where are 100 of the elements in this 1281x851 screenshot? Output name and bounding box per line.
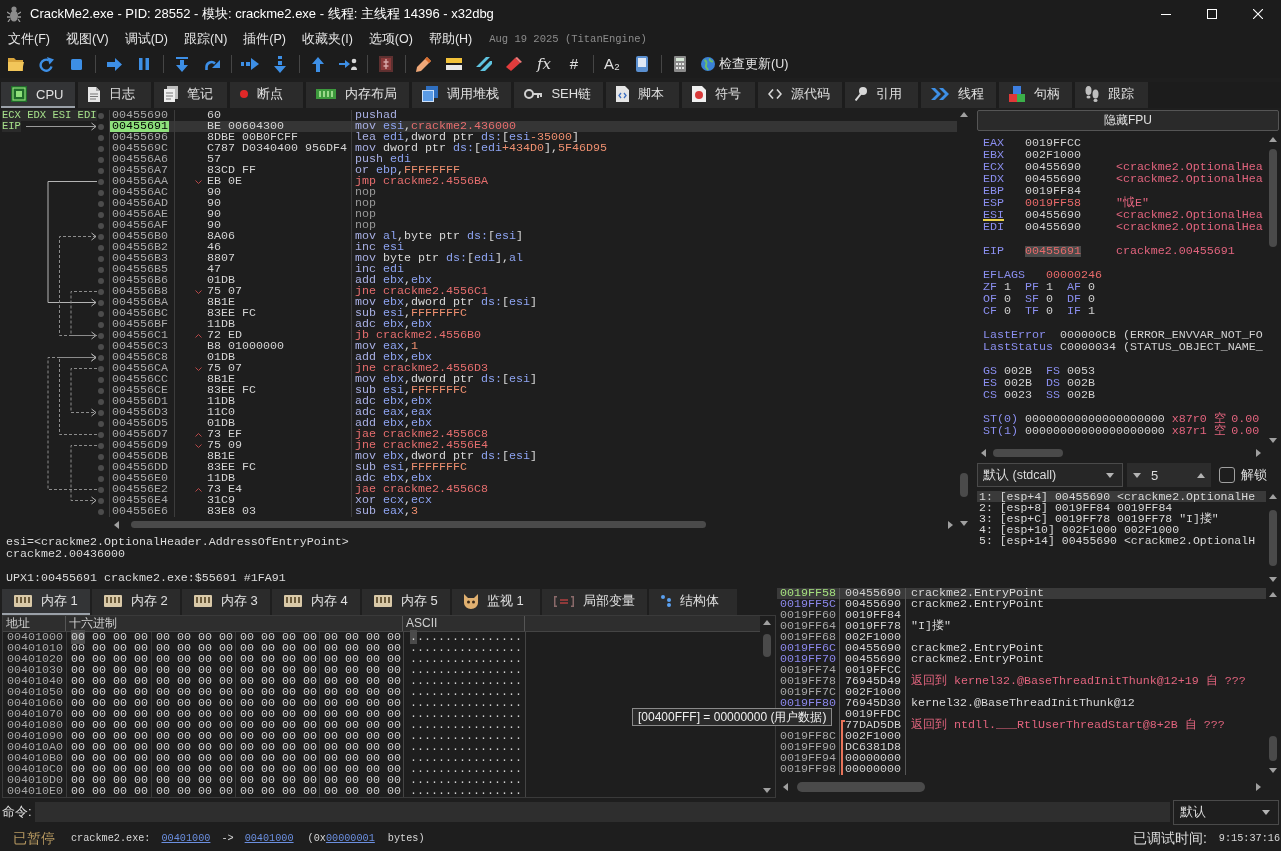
dot-icon[interactable] — [98, 420, 104, 427]
tab[interactable]: 句柄 — [999, 82, 1073, 108]
disassembly-row[interactable]: 0045569C C787 D0340400 956DF4 mov dword ptr ds:[edi+434D0],5F46D95 — [110, 143, 957, 154]
disassembly-row[interactable]: 004556BF 11DB adc ebx,ebx — [110, 319, 957, 330]
dot-icon[interactable] — [98, 332, 104, 339]
tab[interactable]: 断点 — [230, 82, 304, 108]
scrollbar-thumb[interactable] — [992, 449, 1064, 457]
tab[interactable]: 监视 1 — [452, 589, 540, 615]
stack-row[interactable]: 00455690 crackme2.EntryPoint — [840, 588, 1266, 599]
dot-icon[interactable] — [98, 442, 104, 449]
arrow-down-icon[interactable] — [1269, 577, 1277, 582]
stack-row[interactable]: 76945D30 kernel32.@BaseThreadInitThunk@12 — [840, 698, 1266, 709]
size-link[interactable]: 00000001 — [325, 833, 375, 844]
arrow-up-icon[interactable] — [1269, 592, 1277, 597]
disassembly-row[interactable]: 004556D7 73 EF jae crackme2.4556C8 — [110, 429, 957, 440]
dot-icon[interactable] — [98, 156, 104, 163]
tab[interactable]: 内存 1 — [2, 589, 90, 615]
tab[interactable]: 内存 5 — [362, 589, 450, 615]
disassembly-row[interactable]: 004556CA 75 07 jne crackme2.4556D3 — [110, 363, 957, 374]
disassembly-row[interactable]: 004556AC 90 nop — [110, 187, 957, 198]
disassembly-row[interactable]: 004556B5 47 inc edi — [110, 264, 957, 275]
stack-row[interactable]: DC6381D8 — [840, 742, 1266, 753]
arrow-up-icon[interactable] — [312, 56, 324, 72]
disassembly-row[interactable]: 004556AD 90 nop — [110, 198, 957, 209]
dot-icon[interactable] — [98, 497, 104, 504]
dot-icon[interactable] — [98, 453, 104, 460]
tab[interactable]: 跟踪 — [1075, 82, 1149, 108]
disassembly-row[interactable]: 004556D1 11DB adc ebx,ebx — [110, 396, 957, 407]
dot-icon[interactable] — [98, 189, 104, 196]
disassembly-row[interactable]: 004556CE 83EE FC sub esi,FFFFFFFC — [110, 385, 957, 396]
disassembly-row[interactable]: 004556E6 83E8 03 sub eax,3 — [110, 506, 957, 517]
tab[interactable]: 源代码 — [758, 82, 843, 108]
tab[interactable]: 内存 2 — [92, 589, 180, 615]
toolbar-button[interactable]: # — [569, 55, 579, 73]
folder-icon[interactable] — [8, 57, 24, 71]
stack-row[interactable]: 77DAD5DB 返回到 ntdll.___RtlUserThreadStart@8+2B 自 ??? — [840, 720, 1266, 731]
disassembly-row[interactable]: 004556AE 90 nop — [110, 209, 957, 220]
dot-icon[interactable] — [98, 299, 104, 306]
menu-item[interactable]: 调试(D) — [116, 30, 176, 48]
arrow-right-icon[interactable] — [1256, 783, 1261, 791]
dot-icon[interactable] — [98, 409, 104, 416]
dashed-arrow-down-icon[interactable] — [274, 55, 286, 73]
disassembly-row[interactable]: 004556C3 B8 01000000 mov eax,1 — [110, 341, 957, 352]
disassembly-row[interactable]: 004556D3 11C0 adc eax,eax — [110, 407, 957, 418]
arrow-down-icon[interactable] — [1269, 438, 1277, 443]
address-link[interactable]: 00401000 — [161, 833, 211, 844]
argument-item[interactable]: 2: [esp+8] 0019FF84 0019FF84 — [977, 502, 1266, 513]
tab[interactable]: CPU — [1, 82, 76, 108]
toolbar-button[interactable]: A₂ — [604, 55, 620, 73]
stack-row[interactable]: 00455690 crackme2.EntryPoint — [840, 643, 1266, 654]
dot-icon[interactable] — [98, 112, 104, 119]
menu-item[interactable]: 文件(F) — [0, 30, 58, 48]
dot-icon[interactable] — [98, 343, 104, 350]
dashed-arrow-right-icon[interactable] — [241, 58, 259, 70]
curved-arrow-icon[interactable] — [204, 58, 220, 70]
dot-icon[interactable] — [98, 145, 104, 152]
disassembly-row[interactable]: 004556A6 57 push edi — [110, 154, 957, 165]
hide-fpu-button[interactable]: 隐藏FPU — [977, 110, 1279, 131]
tablet-icon[interactable] — [636, 56, 648, 72]
stack-row[interactable]: 00000000 — [840, 753, 1266, 764]
stack-row[interactable]: 00455690 crackme2.EntryPoint — [840, 654, 1266, 665]
dot-icon[interactable] — [98, 398, 104, 405]
disassembly-row[interactable]: 004556A7 83CD FF or ebp,FFFFFFFF — [110, 165, 957, 176]
dot-icon[interactable] — [98, 222, 104, 229]
tab[interactable]: 线程 — [921, 82, 997, 108]
argument-item[interactable]: 5: [esp+14] 00455690 <crackme2.OptionalH — [977, 535, 1266, 546]
arrow-right-icon[interactable] — [948, 520, 953, 529]
disassembly-row[interactable]: 004556B6 01DB add ebx,ebx — [110, 275, 957, 286]
arrow-down-icon[interactable] — [763, 788, 771, 793]
scrollbar-thumb[interactable] — [796, 782, 926, 792]
menu-item[interactable]: 收藏夹(I) — [294, 30, 361, 48]
disassembly-row[interactable]: 004556AA EB 0E jmp crackme2.4556BA — [110, 176, 957, 187]
column-header[interactable]: 地址 — [6, 617, 30, 630]
arrow-up-icon[interactable] — [1269, 494, 1277, 499]
arrow-up-icon[interactable] — [960, 112, 968, 117]
eraser-icon[interactable] — [506, 57, 522, 71]
argument-item[interactable]: 4: [esp+10] 002F1000 002F1000 — [977, 524, 1266, 535]
arrow-right-icon[interactable] — [106, 57, 122, 71]
dot-icon[interactable] — [98, 233, 104, 240]
stack-row[interactable]: 002F1000 — [840, 687, 1266, 698]
argument-item[interactable]: 3: [esp+C] 0019FF78 0019FF78 "I]搂" — [977, 513, 1266, 524]
disassembly-row[interactable]: 004556B0 8A06 mov al,byte ptr ds:[esi] — [110, 231, 957, 242]
toolbar-button[interactable]: fx — [537, 55, 551, 73]
disassembly-row[interactable]: 004556BA 8B1E mov ebx,dword ptr ds:[esi] — [110, 297, 957, 308]
tab[interactable]: 内存 4 — [272, 589, 360, 615]
dot-icon[interactable] — [98, 387, 104, 394]
tab[interactable]: 脚本 — [606, 82, 680, 108]
menu-item[interactable]: 跟踪(N) — [176, 30, 236, 48]
disassembly-row[interactable]: 004556C8 01DB add ebx,ebx — [110, 352, 957, 363]
scrollbar-thumb[interactable] — [1269, 736, 1277, 761]
stack-row[interactable]: 00000000 — [840, 764, 1266, 775]
dot-icon[interactable] — [98, 167, 104, 174]
column-header[interactable]: 十六进制 — [69, 617, 117, 630]
mode-dropdown[interactable]: 默认 — [1173, 799, 1279, 825]
disassembly-row[interactable]: 004556CC 8B1E mov ebx,dword ptr ds:[esi] — [110, 374, 957, 385]
dot-icon[interactable] — [98, 266, 104, 273]
checkbox[interactable] — [1219, 467, 1235, 483]
scrollbar-thumb[interactable] — [1269, 510, 1277, 566]
count-spinbox[interactable]: 5 — [1127, 463, 1211, 487]
tab[interactable]: 内存布局 — [306, 82, 410, 108]
